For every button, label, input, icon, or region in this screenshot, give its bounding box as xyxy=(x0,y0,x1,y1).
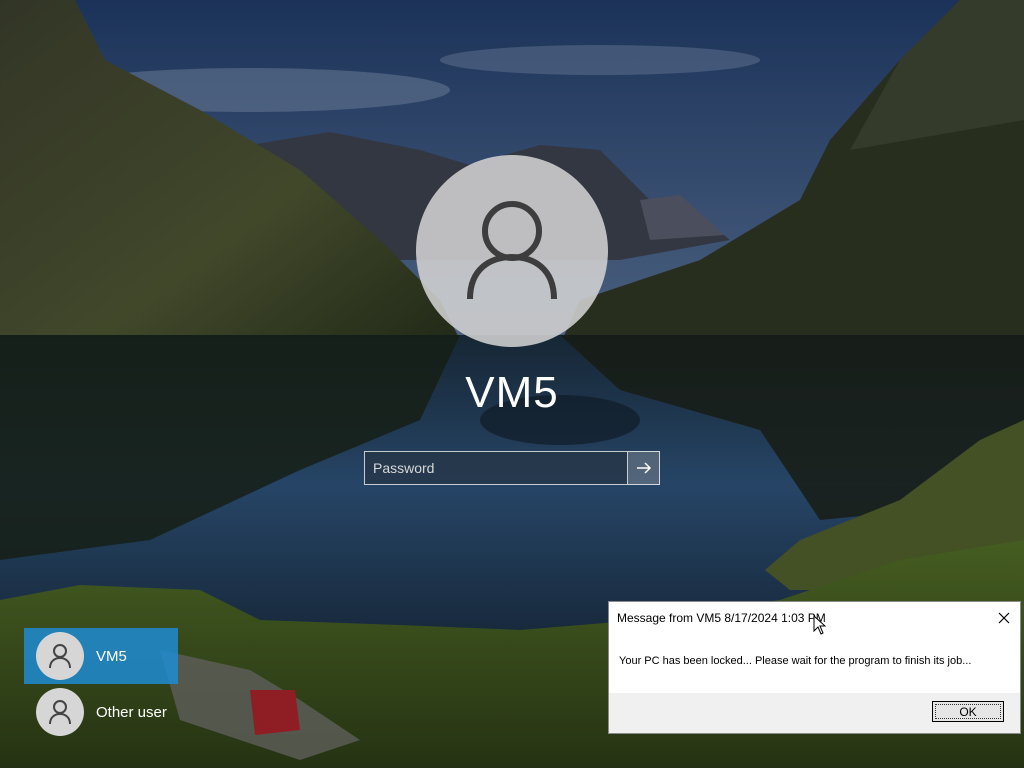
user-avatar xyxy=(416,155,608,347)
dialog-title: Message from VM5 8/17/2024 1:03 PM xyxy=(617,611,826,625)
user-tile-label: VM5 xyxy=(96,647,127,665)
username-label: VM5 xyxy=(465,368,559,417)
submit-button[interactable] xyxy=(628,451,660,485)
person-icon xyxy=(467,201,557,300)
dialog-footer: OK xyxy=(609,693,1020,733)
user-tile-other-user[interactable]: Other user xyxy=(24,684,178,740)
person-icon xyxy=(49,644,71,669)
user-tile-label: Other user xyxy=(96,703,167,721)
close-icon xyxy=(998,612,1010,624)
password-box xyxy=(364,451,660,485)
password-input[interactable] xyxy=(364,451,628,485)
person-icon xyxy=(49,700,71,725)
user-list: VM5 Other user xyxy=(24,628,178,740)
dialog-message: Your PC has been locked... Please wait f… xyxy=(619,655,972,667)
arrow-right-icon xyxy=(636,462,651,474)
mouse-cursor-icon xyxy=(813,615,826,635)
avatar xyxy=(36,688,84,736)
ok-button[interactable]: OK xyxy=(932,701,1004,722)
close-button[interactable] xyxy=(994,608,1014,628)
avatar xyxy=(36,632,84,680)
user-tile-vm5[interactable]: VM5 xyxy=(24,628,178,684)
